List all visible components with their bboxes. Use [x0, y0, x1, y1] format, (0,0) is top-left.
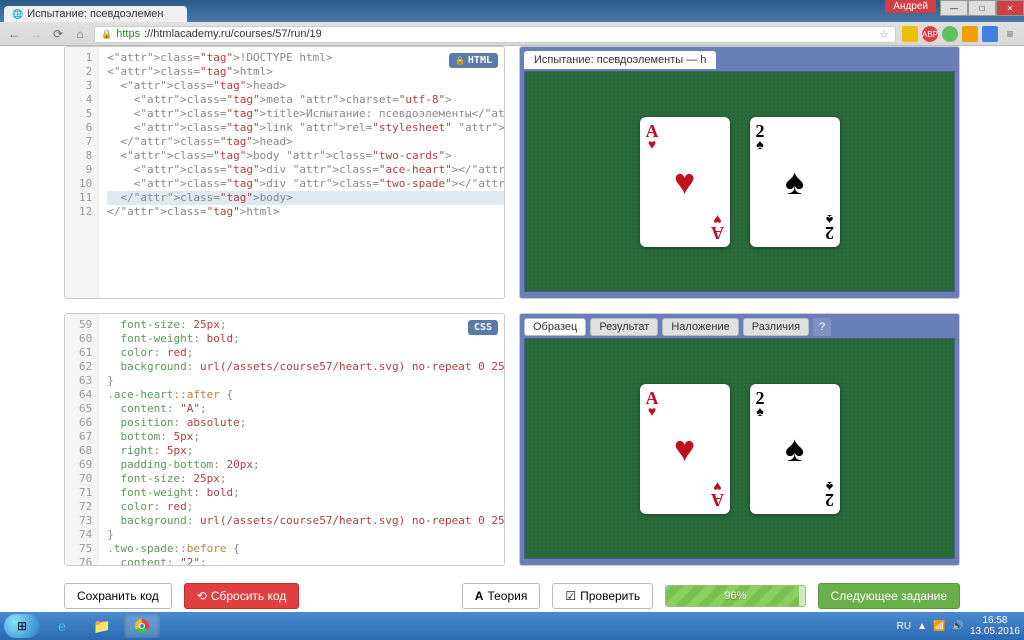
result-tab-2[interactable]: Наложение: [662, 318, 738, 336]
theory-button[interactable]: AТеория: [462, 583, 541, 609]
url-scheme: https: [116, 28, 140, 40]
start-button[interactable]: ⊞: [4, 614, 40, 638]
preview-title-tab: Испытание: псевдоэлементы — h: [524, 51, 716, 69]
window-controls: — □ ✕: [940, 0, 1024, 16]
forward-button[interactable]: →: [28, 26, 44, 42]
maximize-button[interactable]: □: [968, 0, 996, 16]
card-two-spade: 2♠ ♠ 2♠: [750, 384, 840, 514]
book-icon: A: [475, 589, 484, 603]
close-button[interactable]: ✕: [996, 0, 1024, 16]
ext-icon[interactable]: [982, 26, 998, 42]
tray-flag-icon[interactable]: ▲: [917, 621, 927, 632]
ext-icon-abp[interactable]: ABP: [922, 26, 938, 42]
next-task-button[interactable]: Следующее задание: [818, 583, 960, 609]
ext-icon[interactable]: [902, 26, 918, 42]
taskbar-chrome-icon[interactable]: [124, 614, 160, 638]
result-tab-0[interactable]: Образец: [524, 318, 586, 336]
tray-lang[interactable]: RU: [897, 621, 911, 632]
result-tab-3[interactable]: Различия: [743, 318, 809, 336]
html-badge: 🔒HTML: [449, 53, 498, 68]
action-bar: Сохранить код ⟲Сбросить код AТеория ☑Про…: [64, 580, 960, 612]
css-editor[interactable]: CSS 596061626364656667686970717273747576…: [64, 313, 505, 566]
lock-icon: 🔒: [455, 56, 465, 65]
card-two-spade: 2♠ ♠ 2♠: [750, 117, 840, 247]
html-editor[interactable]: 🔒HTML 123456789101112 <"attr">class="tag…: [64, 46, 505, 299]
bookmark-icon[interactable]: ☆: [879, 28, 889, 41]
extension-icons: ABP ≡: [902, 26, 1018, 42]
nav-toolbar: ← → ⟳ ⌂ 🔒 https ://htmlacademy.ru/courses…: [0, 22, 1024, 46]
card-ace-heart: A♥ ♥ A♥: [640, 117, 730, 247]
spade-icon: ♠: [777, 431, 813, 467]
tray-network-icon[interactable]: 📶: [933, 621, 945, 632]
system-tray: RU ▲ 📶 🔊 16:58 13.05.2016: [897, 615, 1020, 637]
browser-chrome: Андрей — □ ✕ Испытание: псевдоэлемен ← →…: [0, 0, 1024, 46]
url-path: ://htmlacademy.ru/courses/57/run/19: [144, 28, 322, 40]
workspace: 🔒HTML 123456789101112 <"attr">class="tag…: [0, 46, 1024, 612]
home-button[interactable]: ⌂: [72, 26, 88, 42]
minimize-button[interactable]: —: [940, 0, 968, 16]
check-icon: ☑: [565, 589, 576, 603]
result-tab-1[interactable]: Результат: [590, 318, 658, 336]
preview-sample: Испытание: псевдоэлементы — h A♥ ♥ A♥ 2♠…: [519, 46, 960, 299]
menu-button[interactable]: ≡: [1002, 26, 1018, 42]
progress-text: 96%: [666, 586, 805, 606]
taskbar-explorer-icon[interactable]: 📁: [84, 614, 120, 638]
reset-button[interactable]: ⟲Сбросить код: [184, 583, 300, 609]
windows-taskbar: ⊞ e 📁 RU ▲ 📶 🔊 16:58 13.05.2016: [0, 612, 1024, 640]
save-button[interactable]: Сохранить код: [64, 583, 172, 609]
taskbar-ie-icon[interactable]: e: [44, 614, 80, 638]
reload-button[interactable]: ⟳: [50, 26, 66, 42]
address-bar[interactable]: 🔒 https ://htmlacademy.ru/courses/57/run/…: [94, 26, 896, 43]
tray-clock[interactable]: 16:58 13.05.2016: [970, 615, 1020, 637]
check-button[interactable]: ☑Проверить: [552, 583, 653, 609]
heart-icon: ♥: [667, 164, 703, 200]
lock-icon: 🔒: [101, 29, 112, 40]
css-badge: CSS: [468, 320, 498, 335]
help-button[interactable]: ?: [813, 318, 831, 336]
preview-surface: A♥ ♥ A♥ 2♠ ♠ 2♠: [524, 71, 955, 292]
back-button[interactable]: ←: [6, 26, 22, 42]
tray-volume-icon[interactable]: 🔊: [951, 621, 963, 632]
browser-tab[interactable]: Испытание: псевдоэлемен: [4, 6, 187, 22]
chrome-user-badge[interactable]: Андрей: [885, 0, 936, 13]
ext-icon[interactable]: [962, 26, 978, 42]
preview-result: ОбразецРезультатНаложение Различия? A♥ ♥ …: [519, 313, 960, 566]
tab-strip: Испытание: псевдоэлемен: [0, 0, 1024, 22]
spade-icon: ♠: [777, 164, 813, 200]
result-surface: A♥ ♥ A♥ 2♠ ♠ 2♠: [524, 338, 955, 559]
progress-bar: 96%: [665, 585, 806, 607]
card-ace-heart: A♥ ♥ A♥: [640, 384, 730, 514]
heart-icon: ♥: [667, 431, 703, 467]
reset-icon: ⟲: [197, 589, 207, 603]
ext-icon[interactable]: [942, 26, 958, 42]
